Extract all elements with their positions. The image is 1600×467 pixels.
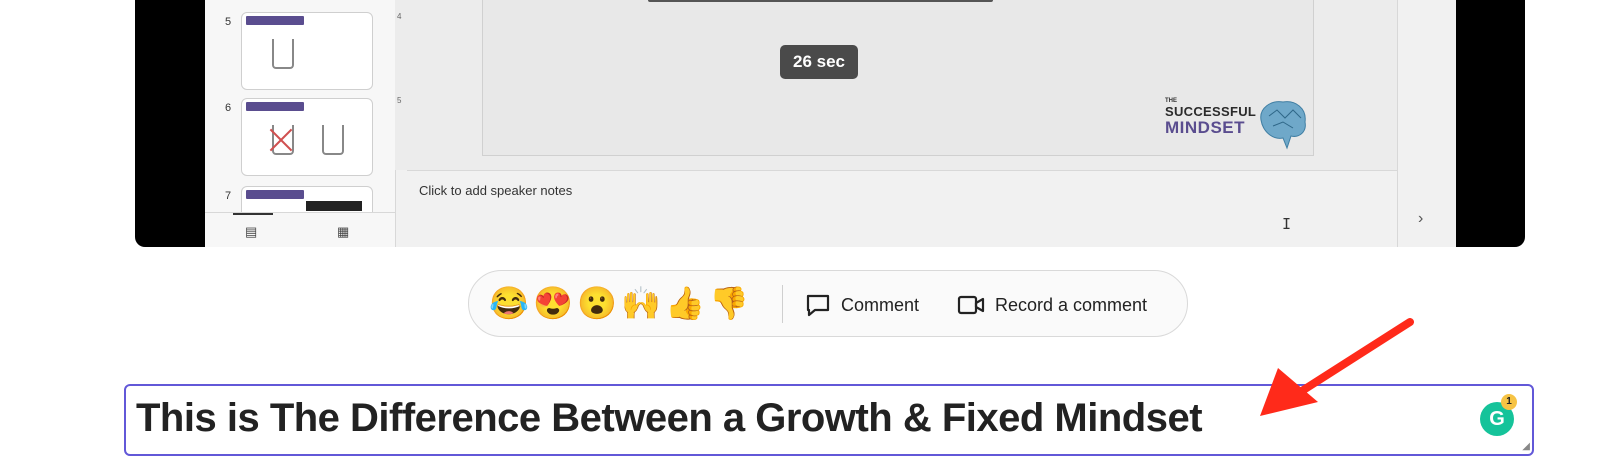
timer-badge: 26 sec: [780, 45, 858, 79]
heart-eyes-emoji-button[interactable]: 😍: [533, 285, 573, 321]
slide-filmstrip: 5 6 7 ▤ ▦: [205, 0, 396, 247]
comment-button[interactable]: Comment: [805, 291, 919, 319]
video-title-text: This is The Difference Between a Growth …: [136, 396, 1203, 440]
grid-view-icon: ▦: [337, 224, 350, 239]
slides-app-screen: 5 6 7 ▤ ▦ 4 5 26 sec THE SUCCESSFUL MIND…: [205, 0, 1456, 247]
laughing-emoji-button[interactable]: 😂: [489, 285, 529, 321]
successful-mindset-logo: THE SUCCESSFUL MINDSET: [1165, 98, 1315, 152]
side-panel: ›: [1397, 0, 1456, 247]
video-player[interactable]: 5 6 7 ▤ ▦ 4 5 26 sec THE SUCCESSFUL MIND…: [135, 0, 1525, 247]
slide-canvas: 26 sec THE SUCCESSFUL MINDSET: [407, 0, 1397, 170]
filmstrip-view-icon: ▤: [245, 224, 258, 239]
record-comment-button[interactable]: Record a comment: [957, 291, 1147, 319]
record-comment-label: Record a comment: [995, 294, 1148, 315]
chevron-right-icon[interactable]: ›: [1418, 210, 1423, 228]
resize-handle-icon[interactable]: ◢: [1522, 441, 1530, 452]
thumbs-down-emoji-button[interactable]: 👎: [709, 285, 749, 321]
ruler-mark: 5: [397, 96, 402, 105]
ruler-mark: 4: [397, 12, 402, 21]
filmstrip-footer: ▤ ▦: [205, 212, 395, 247]
speaker-notes-placeholder: Click to add speaker notes: [419, 183, 573, 198]
surprised-emoji-button[interactable]: 😮: [577, 285, 617, 321]
red-arrow-annotation: [1260, 318, 1414, 416]
slide-number: 7: [225, 190, 232, 202]
divider: [782, 285, 783, 323]
speech-bubble-icon: [806, 294, 830, 317]
slide-number: 6: [225, 102, 232, 114]
slide-thumbnail: [241, 12, 373, 90]
reaction-bar: 😂 😍 😮 🙌 👍 👎 Comment Record a comment: [468, 270, 1188, 337]
slide-thumbnail: [241, 98, 373, 176]
video-camera-icon: [957, 295, 985, 315]
slide-number: 5: [225, 16, 232, 28]
text-cursor-icon: I: [1282, 215, 1292, 233]
brain-icon: [1260, 101, 1306, 150]
comment-label: Comment: [841, 294, 920, 315]
thumbs-up-emoji-button[interactable]: 👍: [665, 285, 705, 321]
raised-hands-emoji-button[interactable]: 🙌: [621, 285, 661, 321]
current-slide: 26 sec THE SUCCESSFUL MINDSET: [482, 0, 1314, 156]
grammarly-count-badge: 1: [1501, 394, 1517, 410]
speaker-notes[interactable]: Click to add speaker notes I +: [407, 171, 1397, 247]
